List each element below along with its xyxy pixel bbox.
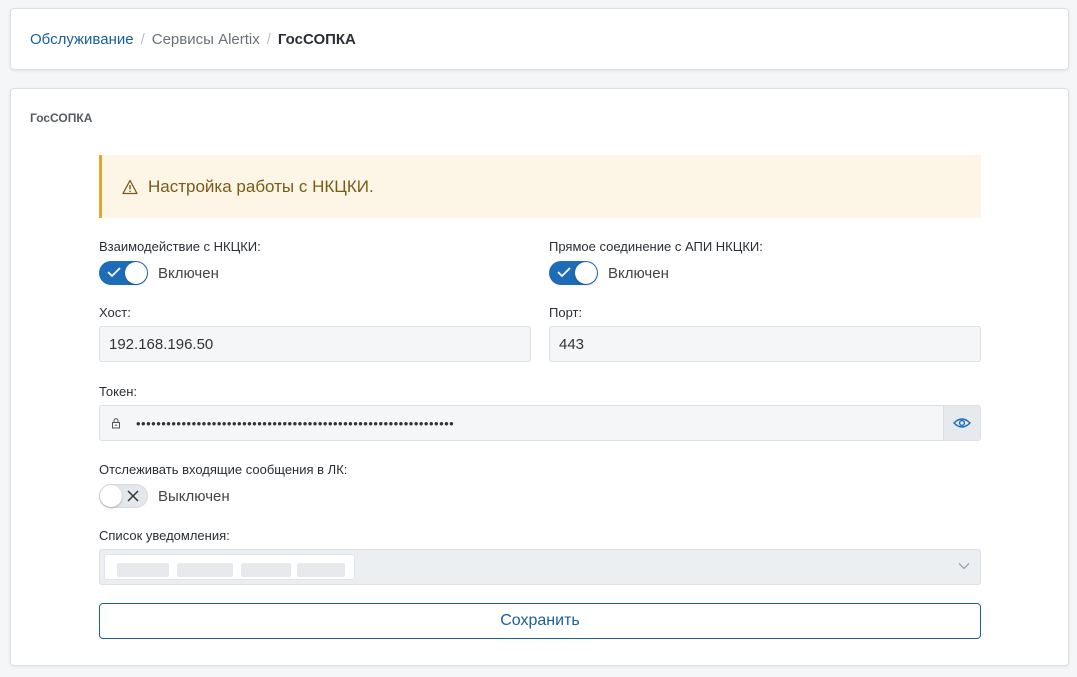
redacted-block — [117, 563, 169, 577]
lock-icon — [112, 418, 120, 429]
port-input[interactable]: 443 — [549, 326, 981, 362]
breadcrumb: Обслуживание / Сервисы Alertix / ГосСОПК… — [30, 31, 356, 48]
token-field[interactable]: ••••••••••••••••••••••••••••••••••••••••… — [99, 405, 981, 441]
track-incoming-state: Выключен — [158, 487, 230, 505]
track-incoming-label: Отслеживать входящие сообщения в ЛК: — [99, 462, 348, 477]
host-input[interactable]: 192.168.196.50 — [99, 326, 531, 362]
redacted-block — [177, 563, 233, 577]
breadcrumb-item-services[interactable]: Сервисы Alertix — [152, 31, 260, 48]
nkcki-interaction-toggle[interactable] — [99, 261, 148, 285]
token-value[interactable]: ••••••••••••••••••••••••••••••••••••••••… — [136, 416, 943, 431]
token-label: Токен: — [99, 384, 138, 399]
redacted-block — [241, 563, 291, 577]
settings-card: ГосСОПКА Настройка работы с НКЦКИ. Взаим… — [10, 88, 1069, 666]
nkcki-interaction-state: Включен — [158, 264, 219, 282]
breadcrumb-item-maintenance[interactable]: Обслуживание — [30, 31, 134, 48]
host-label: Хост: — [99, 305, 131, 320]
toggle-knob — [575, 262, 597, 284]
port-label: Порт: — [549, 305, 583, 320]
track-incoming-toggle[interactable] — [99, 484, 148, 508]
section-title: ГосСОПКА — [30, 111, 93, 125]
toggle-knob — [100, 485, 122, 507]
notification-list-select[interactable] — [99, 549, 981, 585]
redacted-block — [297, 563, 345, 577]
alert-text: Настройка работы с НКЦКИ. — [148, 176, 374, 196]
notification-list-label: Список уведомления: — [99, 528, 230, 543]
breadcrumb-item-current: ГосСОПКА — [277, 31, 356, 48]
breadcrumb-card: Обслуживание / Сервисы Alertix / ГосСОПК… — [10, 8, 1069, 70]
notification-list-tag[interactable] — [104, 554, 355, 580]
direct-api-state: Включен — [608, 264, 669, 282]
chevron-down-icon[interactable] — [958, 562, 970, 570]
warning-icon — [122, 179, 138, 194]
info-alert: Настройка работы с НКЦКИ. — [99, 155, 981, 218]
save-button[interactable]: Сохранить — [99, 603, 981, 639]
direct-api-toggle[interactable] — [549, 261, 598, 285]
eye-icon — [953, 418, 971, 428]
direct-api-row: Включен — [549, 261, 669, 285]
nkcki-interaction-row: Включен — [99, 261, 219, 285]
toggle-knob — [125, 262, 147, 284]
direct-api-label: Прямое соединение с АПИ НКЦКИ: — [549, 239, 763, 254]
nkcki-interaction-label: Взаимодействие с НКЦКИ: — [99, 239, 261, 254]
breadcrumb-separator: / — [140, 31, 145, 48]
track-incoming-row: Выключен — [99, 484, 230, 508]
check-icon — [107, 267, 121, 278]
show-token-button[interactable] — [943, 406, 980, 440]
check-icon — [557, 267, 571, 278]
x-icon — [127, 490, 139, 502]
breadcrumb-separator: / — [266, 31, 271, 48]
